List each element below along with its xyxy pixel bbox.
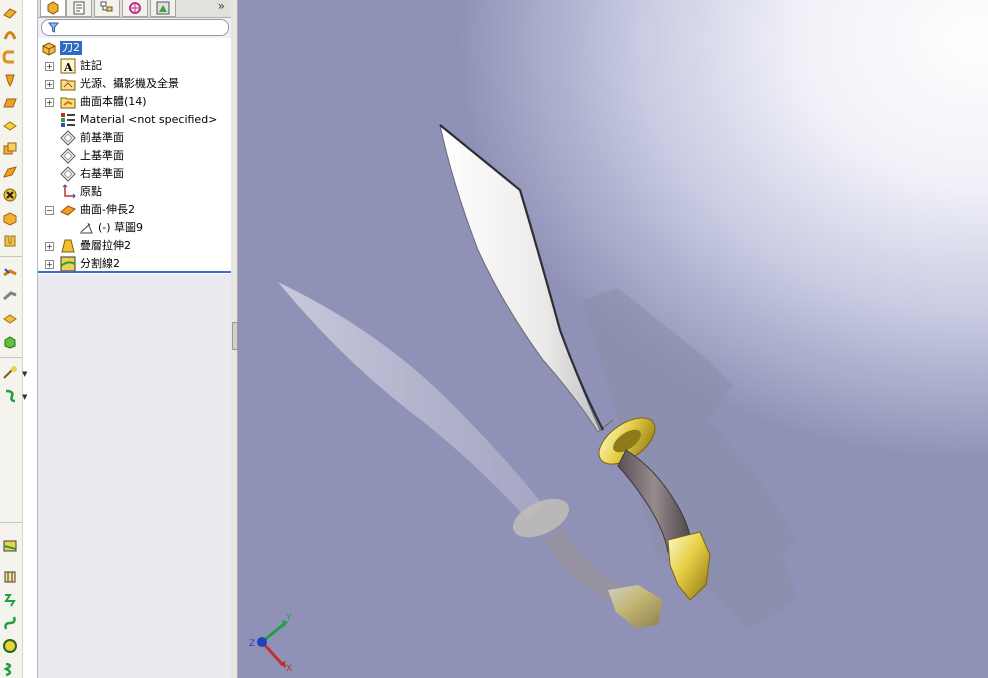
expand-toggle[interactable]: + bbox=[45, 242, 54, 251]
lofted-surface-icon[interactable] bbox=[1, 71, 19, 89]
graphics-area[interactable]: Y Z X bbox=[238, 0, 988, 678]
sword-blade bbox=[439, 123, 614, 433]
origin-icon bbox=[60, 184, 76, 200]
tree-item-surface-bodies[interactable]: + 曲面本體(14) bbox=[38, 93, 231, 111]
spiral-icon[interactable] bbox=[1, 660, 19, 678]
tree-item-label: Material <not specified> bbox=[80, 113, 218, 126]
part-icon bbox=[41, 40, 57, 56]
delete-face-icon[interactable] bbox=[1, 186, 19, 204]
tree-item-lights-cameras[interactable]: + 光源、攝影機及全景 bbox=[38, 75, 231, 93]
composite-curve-icon[interactable] bbox=[1, 591, 19, 609]
feature-tree: 刀2 + A 註記 + 光源、攝影機及全景 + 曲面本體(14) Materia… bbox=[38, 38, 231, 274]
expand-toggle[interactable]: + bbox=[45, 62, 54, 71]
tab-feature-manager[interactable] bbox=[40, 0, 66, 17]
tab-property-manager[interactable] bbox=[66, 0, 92, 17]
sword-pommel bbox=[667, 531, 711, 601]
curve-icon[interactable] bbox=[1, 364, 19, 382]
surface-bodies-folder-icon bbox=[60, 94, 76, 110]
tab-display-manager[interactable] bbox=[150, 0, 176, 17]
sketch-icon bbox=[78, 220, 94, 236]
expand-toggle[interactable]: + bbox=[45, 98, 54, 107]
tree-item-origin[interactable]: 原點 bbox=[38, 183, 231, 201]
tree-item-front-plane[interactable]: 前基準面 bbox=[38, 129, 231, 147]
tab-configuration-manager[interactable] bbox=[94, 0, 120, 17]
trim-surface-icon[interactable] bbox=[1, 310, 19, 328]
reference-triad: Y Z X bbox=[249, 613, 292, 674]
svg-text:A: A bbox=[63, 61, 73, 74]
annotation-icon: A bbox=[60, 58, 76, 74]
rollback-bar[interactable] bbox=[38, 271, 231, 273]
offset-surface-icon[interactable] bbox=[1, 140, 19, 158]
tree-item-annotations[interactable]: + A 註記 bbox=[38, 57, 231, 75]
projected-curve-icon[interactable] bbox=[1, 568, 19, 586]
loft-icon bbox=[60, 238, 76, 254]
helix-icon[interactable] bbox=[1, 387, 19, 405]
thicken-icon[interactable] bbox=[1, 209, 19, 227]
tree-item-top-plane[interactable]: 上基準面 bbox=[38, 147, 231, 165]
tree-item-label: 前基準面 bbox=[80, 131, 124, 144]
tree-item-label: 右基準面 bbox=[80, 167, 124, 180]
tree-item-label: (-) 草圖9 bbox=[98, 221, 144, 234]
triad-x-label: X bbox=[286, 664, 292, 674]
triad-y-label: Y bbox=[285, 613, 292, 623]
tree-item-sketch[interactable]: (-) 草圖9 bbox=[38, 219, 231, 237]
boundary-surface-icon[interactable] bbox=[1, 94, 19, 112]
tree-item-label: 上基準面 bbox=[80, 149, 124, 162]
curve-through-points-icon[interactable] bbox=[1, 614, 19, 632]
tree-filter-input[interactable] bbox=[41, 19, 229, 36]
plane-icon bbox=[60, 148, 76, 164]
knit-surface-icon[interactable] bbox=[1, 264, 19, 282]
tree-item-label: 原點 bbox=[80, 185, 102, 198]
material-icon bbox=[60, 112, 76, 128]
replace-face-icon[interactable] bbox=[1, 333, 19, 351]
split-line-icon[interactable] bbox=[1, 537, 19, 555]
tab-dimxpert-manager[interactable] bbox=[122, 0, 148, 17]
plane-icon bbox=[60, 166, 76, 182]
helix-spiral-icon[interactable] bbox=[1, 637, 19, 655]
swept-surface-icon[interactable] bbox=[1, 48, 19, 66]
tree-item-label: 曲面本體(14) bbox=[80, 95, 147, 108]
panel-tabs: » bbox=[38, 0, 231, 18]
curve-dropdown-icon[interactable]: ▼ bbox=[22, 369, 30, 379]
revolved-surface-icon[interactable] bbox=[1, 25, 19, 43]
extend-surface-icon[interactable] bbox=[1, 287, 19, 305]
collapse-toggle[interactable]: − bbox=[45, 206, 54, 215]
tree-item-label: 光源、攝影機及全景 bbox=[80, 77, 179, 90]
expand-toggle[interactable]: + bbox=[45, 80, 54, 89]
more-tabs-button[interactable]: » bbox=[218, 0, 225, 13]
part-name-label: 刀2 bbox=[60, 41, 82, 55]
triad-z-label: Z bbox=[249, 639, 255, 649]
expand-toggle[interactable]: + bbox=[45, 260, 54, 269]
tree-item-label: 註記 bbox=[80, 59, 102, 72]
filter-icon bbox=[48, 22, 59, 33]
plane-icon bbox=[60, 130, 76, 146]
tree-item-loft[interactable]: + 疊層拉伸2 bbox=[38, 237, 231, 255]
feature-tree-empty-area bbox=[38, 274, 231, 678]
tree-item-label: 曲面-伸長2 bbox=[80, 203, 135, 216]
tree-item-material[interactable]: Material <not specified> bbox=[38, 111, 231, 129]
tree-root-part[interactable]: 刀2 bbox=[38, 39, 231, 57]
tree-item-label: 分割線2 bbox=[80, 257, 120, 270]
planar-surface-icon[interactable] bbox=[1, 117, 19, 135]
model-view bbox=[278, 123, 798, 630]
split-line-icon bbox=[60, 256, 76, 272]
extruded-surface-icon bbox=[60, 202, 76, 218]
feature-manager-panel: » 刀2 + A 註記 + 光源、攝影機及全景 + 曲面本體(14) Mater… bbox=[37, 0, 232, 678]
panel-splitter[interactable] bbox=[231, 0, 238, 678]
ruled-surface-icon[interactable] bbox=[1, 163, 19, 181]
fill-surface-icon[interactable] bbox=[1, 232, 19, 250]
command-toolbar: ▼ ▼ bbox=[0, 0, 27, 678]
helix-dropdown-icon[interactable]: ▼ bbox=[22, 392, 30, 402]
lights-folder-icon bbox=[60, 76, 76, 92]
extruded-surface-icon[interactable] bbox=[1, 4, 19, 22]
tree-item-surface-extrude[interactable]: − 曲面-伸長2 bbox=[38, 201, 231, 219]
tree-item-right-plane[interactable]: 右基準面 bbox=[38, 165, 231, 183]
tree-item-label: 疊層拉伸2 bbox=[80, 239, 131, 252]
